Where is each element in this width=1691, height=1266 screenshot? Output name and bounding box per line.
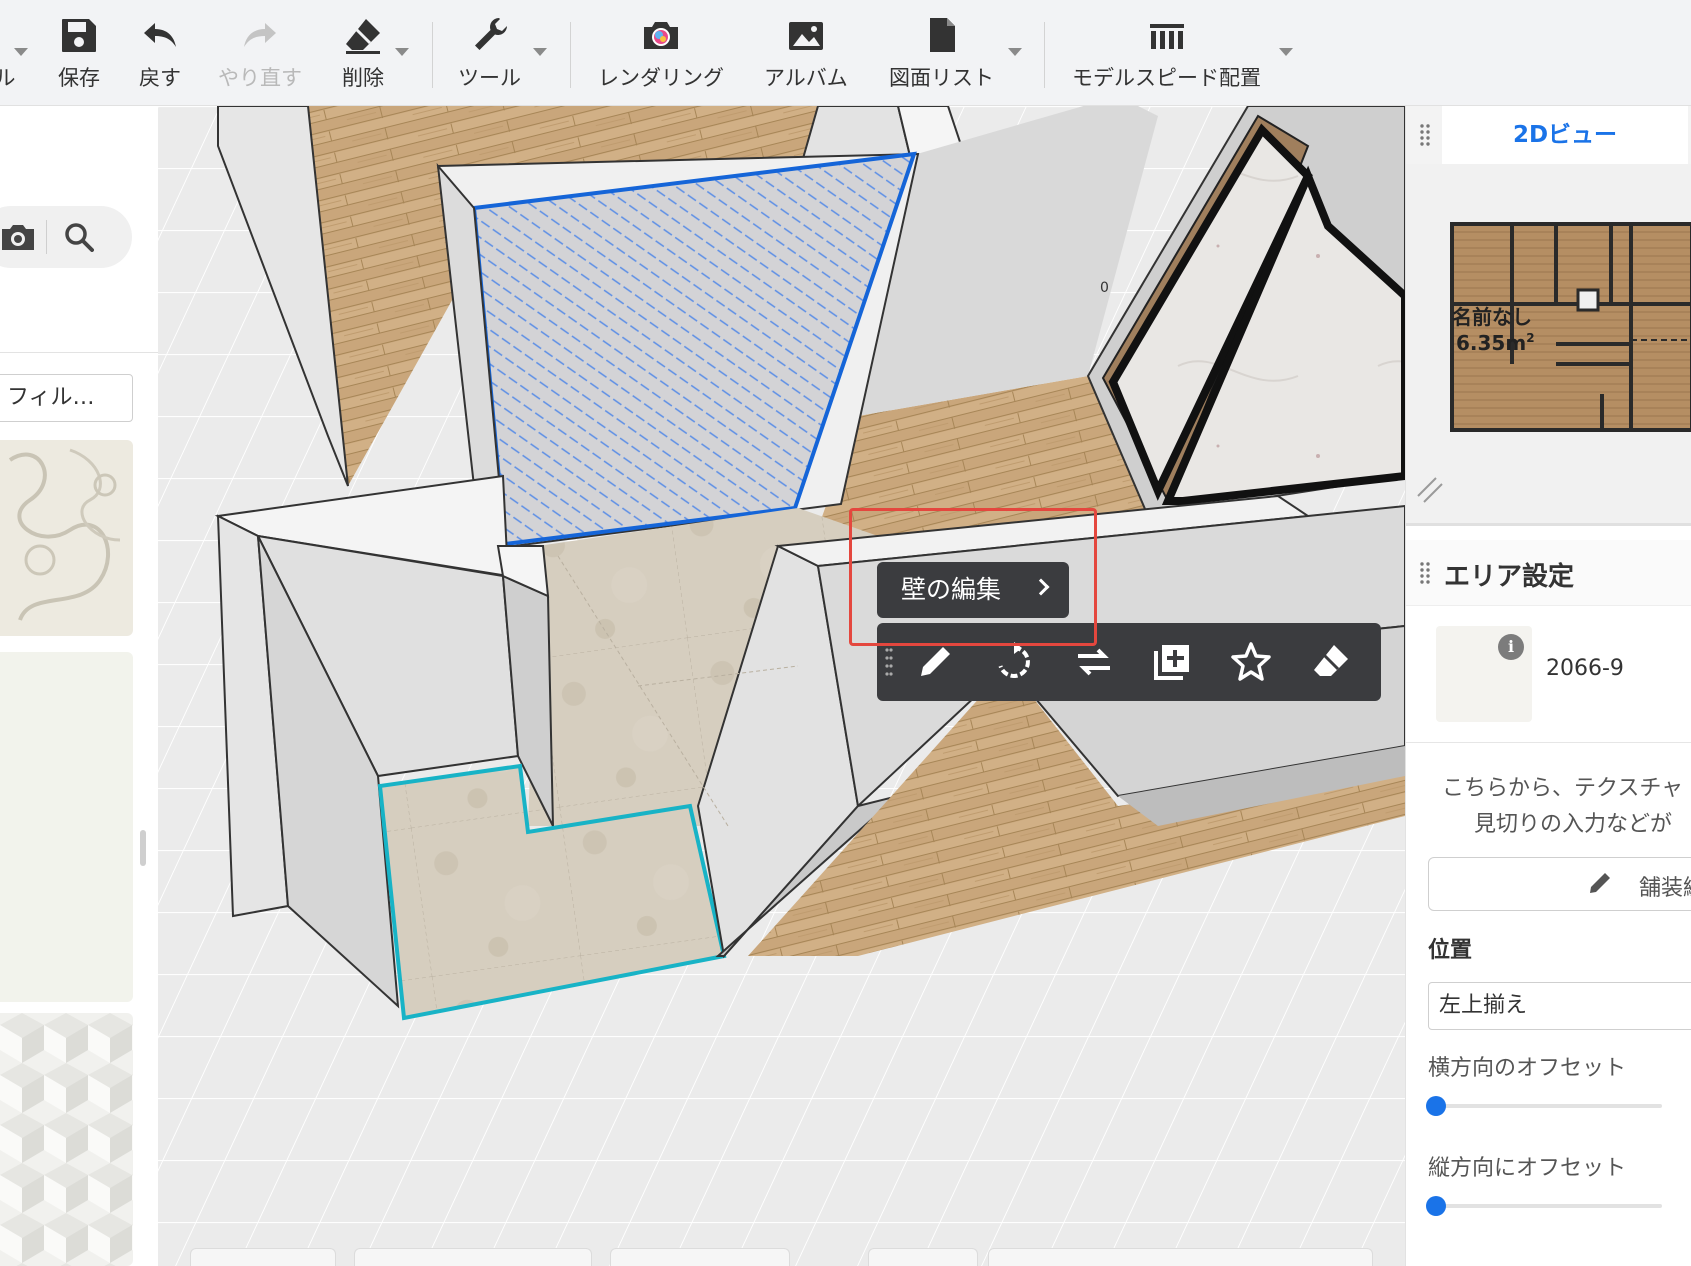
area-settings-header: エリア設定	[1406, 540, 1691, 606]
favorite-icon[interactable]	[1229, 640, 1273, 684]
position-select[interactable]: 左上揃え	[1428, 982, 1691, 1030]
drawing-list-icon	[929, 18, 955, 52]
horizontal-offset-slider[interactable]	[1426, 1096, 1446, 1116]
toolbar-divider	[432, 22, 433, 88]
edit-icon[interactable]	[913, 640, 957, 684]
delete-caret-icon[interactable]	[395, 48, 409, 56]
minimap-room-area: 6.35m2	[1456, 331, 1535, 355]
drawing-list-label: 図面リスト	[889, 66, 994, 90]
vertical-offset-track[interactable]	[1436, 1204, 1662, 1208]
properties-panel: 2Dビュー 名前なし 6.35m2 エリア設定 i 2066-9 こちらから、テ…	[1405, 106, 1691, 1266]
svg-text:0: 0	[1100, 280, 1109, 296]
material-swatch-cube-pattern[interactable]	[0, 1013, 133, 1266]
toolbar-file-label: ル	[0, 66, 16, 90]
bottom-tool-button[interactable]	[354, 1248, 592, 1266]
erase-icon[interactable]	[1309, 640, 1353, 684]
tab-2d-view[interactable]: 2Dビュー	[1442, 106, 1688, 164]
2d-minimap[interactable]: 名前なし 6.35m2	[1406, 164, 1691, 526]
undo-button[interactable]: 戻す	[139, 14, 181, 92]
redo-label: やり直す	[218, 66, 302, 90]
redo-button[interactable]: やり直す	[218, 14, 302, 92]
drag-handle-icon[interactable]	[885, 647, 893, 677]
vertical-offset-label: 縦方向にオフセット	[1428, 1156, 1627, 1181]
section-divider	[1406, 742, 1691, 743]
paving-edit-button[interactable]: 舗装編集	[1428, 857, 1691, 911]
album-icon	[788, 22, 823, 50]
drawing-list-caret-icon[interactable]	[1008, 48, 1022, 56]
cube-pattern-texture	[0, 1013, 133, 1266]
drag-handle-icon[interactable]	[1420, 124, 1430, 146]
minimap-scrollbar[interactable]	[1406, 523, 1691, 526]
rendering-label: レンダリング	[598, 66, 724, 90]
file-caret-icon[interactable]	[14, 48, 28, 56]
resize-grip-icon[interactable]	[1417, 477, 1443, 503]
search-icon[interactable]	[64, 222, 94, 252]
highlight-annotation-box	[849, 508, 1097, 646]
catalog-search-bar[interactable]	[0, 206, 132, 268]
app-root: ル 保存 戻す やり直す 削除 ツール レンダリング アルバム 図面リスト モデ…	[0, 0, 1691, 1266]
delete-label: 削除	[342, 66, 384, 90]
model-speed-icon	[1149, 24, 1184, 49]
panel-divider	[0, 352, 158, 353]
delete-button[interactable]: 削除	[342, 14, 384, 92]
floorplan-drawing: 名前なし 6.35m2	[1417, 222, 1691, 503]
album-button[interactable]: アルバム	[764, 14, 848, 92]
model-speed-label: モデルスピード配置	[1072, 66, 1261, 90]
area-description-line1: こちらから、テクスチャ	[1442, 776, 1684, 801]
info-icon[interactable]: i	[1498, 634, 1524, 660]
undo-label: 戻す	[139, 66, 181, 90]
save-icon	[62, 19, 96, 52]
drag-handle-icon[interactable]	[1420, 562, 1430, 584]
camera-icon	[644, 22, 678, 49]
undo-icon	[144, 23, 176, 47]
tools-label: ツール	[458, 66, 521, 90]
search-divider	[46, 220, 47, 254]
paving-edit-label: 舗装編集	[1639, 876, 1691, 901]
tools-caret-icon[interactable]	[533, 48, 547, 56]
material-catalog-panel: フィル…	[0, 106, 158, 1266]
rotate-icon[interactable]	[992, 640, 1036, 684]
damask-texture	[0, 440, 133, 636]
main-toolbar: ル 保存 戻す やり直す 削除 ツール レンダリング アルバム 図面リスト モデ…	[0, 0, 1691, 106]
bottom-tool-button[interactable]	[190, 1248, 336, 1266]
save-label: 保存	[58, 66, 100, 90]
model-speed-placement-button[interactable]: モデルスピード配置	[1072, 14, 1261, 92]
material-code: 2066-9	[1546, 656, 1624, 681]
material-swatch-damask[interactable]	[0, 440, 133, 636]
material-swatch-plain[interactable]	[0, 652, 133, 1002]
area-description-line2: 見切りの入力などが	[1474, 812, 1673, 837]
drawing-list-button[interactable]: 図面リスト	[889, 14, 994, 92]
toolbar-divider	[1044, 22, 1045, 88]
material-thumbnail[interactable]: i	[1436, 626, 1532, 722]
pencil-icon	[1590, 873, 1610, 893]
duplicate-icon[interactable]	[1150, 640, 1194, 684]
view-tabbar: 2Dビュー	[1406, 106, 1691, 164]
bottom-tool-button[interactable]	[610, 1248, 790, 1266]
position-label: 位置	[1428, 938, 1473, 963]
horizontal-offset-track[interactable]	[1436, 1104, 1662, 1108]
album-label: アルバム	[764, 66, 848, 90]
vertical-offset-slider[interactable]	[1426, 1196, 1446, 1216]
save-button[interactable]: 保存	[58, 14, 100, 92]
tools-button[interactable]: ツール	[458, 14, 521, 92]
redo-icon	[244, 23, 276, 47]
model-speed-caret-icon[interactable]	[1279, 48, 1293, 56]
wrench-icon	[474, 17, 507, 50]
minimap-room-name: 名前なし	[1452, 305, 1532, 329]
panel-resize-handle[interactable]	[140, 830, 146, 866]
rendering-button[interactable]: レンダリング	[598, 14, 724, 92]
flip-icon[interactable]	[1072, 640, 1116, 684]
camera-search-icon[interactable]	[0, 222, 36, 252]
eraser-icon	[346, 19, 380, 54]
bottom-tool-button[interactable]	[868, 1248, 978, 1266]
bottom-tool-button[interactable]	[988, 1248, 1373, 1266]
filter-dropdown[interactable]: フィル…	[0, 374, 133, 422]
area-settings-title: エリア設定	[1444, 562, 1575, 592]
toolbar-divider	[570, 22, 571, 88]
horizontal-offset-label: 横方向のオフセット	[1428, 1056, 1627, 1081]
